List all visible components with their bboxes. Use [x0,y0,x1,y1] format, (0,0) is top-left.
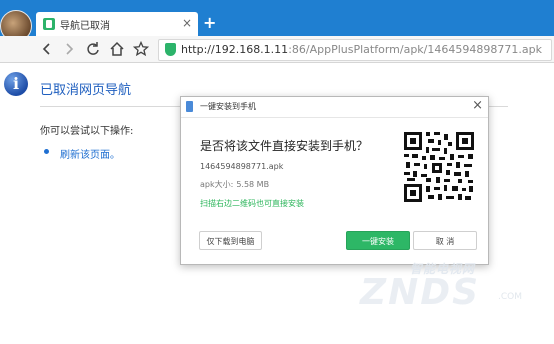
bookmark-button[interactable] [132,40,150,58]
tab-title: 导航已取消 [60,21,110,32]
tab-bar: 导航已取消 × + [0,0,554,42]
bullet-icon [44,149,49,154]
qr-code-icon [402,130,476,204]
url-path: :86/AppPlusPlatform/apk/1464594898771.ap… [288,43,542,56]
watermark-logo-text: ZNDS [360,272,481,313]
url-text: http://192.168.1.11:86/AppPlusPlatform/a… [181,43,542,56]
home-button[interactable] [108,40,126,58]
tab-close-icon[interactable]: × [182,16,192,30]
file-size-value: 5.58 MB [236,180,270,189]
download-to-pc-button[interactable]: 仅下载到电脑 [199,231,262,250]
star-icon [132,40,150,57]
watermark: 智能电视网 ZNDS .COM [348,258,548,318]
file-name: 1464594898771.apk [200,162,284,171]
dialog-title: 一键安装到手机 [200,102,256,111]
tab-active[interactable]: 导航已取消 × [36,12,198,36]
browser-toolbar: http://192.168.1.11:86/AppPlusPlatform/a… [0,36,554,63]
install-dialog: 一键安装到手机 × 是否将该文件直接安装到手机？ 1464594898771.a… [180,96,489,265]
file-size-label: apk大小: [200,180,234,189]
tab-favicon-icon [43,18,55,30]
reload-icon [87,42,99,55]
watermark-domain-text: .COM [498,292,522,302]
info-icon: i [4,72,28,96]
file-size: apk大小: 5.58 MB [200,179,269,190]
reload-button[interactable] [84,40,102,58]
arrow-right-icon [66,43,74,55]
hint-text: 你可以尝试以下操作: [40,126,134,137]
cancel-button[interactable]: 取 消 [413,231,477,250]
back-button[interactable] [38,40,56,58]
forward-button[interactable] [60,40,78,58]
one-click-install-button[interactable]: 一键安装 [346,231,410,250]
url-host: http://192.168.1.11 [181,43,289,56]
page-title: 已取消网页导航 [40,83,132,98]
arrow-left-icon [42,43,50,55]
home-icon [110,41,124,56]
qr-hint: 扫描右边二维码也可直接安装 [200,199,304,208]
phone-icon [186,101,193,112]
address-bar[interactable]: http://192.168.1.11:86/AppPlusPlatform/a… [158,39,552,61]
dialog-header: 一键安装到手机 × [181,97,488,118]
dialog-close-button[interactable]: × [472,98,483,114]
shield-icon [165,43,176,56]
refresh-link[interactable]: 刷新该页面。 [60,146,120,161]
install-question: 是否将该文件直接安装到手机？ [200,139,369,153]
new-tab-button[interactable]: + [203,14,216,32]
